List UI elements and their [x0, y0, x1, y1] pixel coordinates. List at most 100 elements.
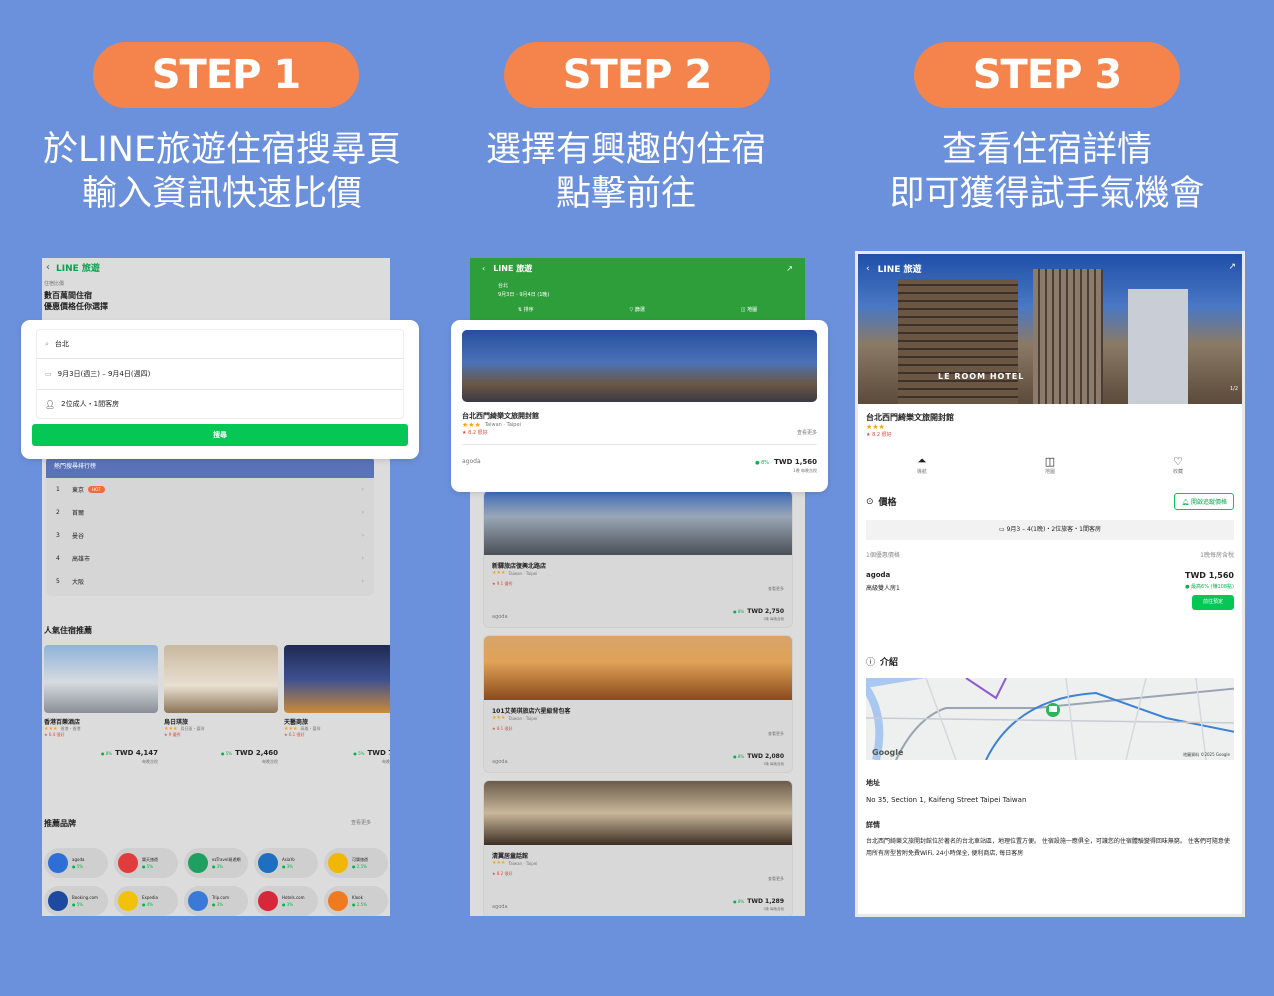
s1-brand-chip[interactable]: 可樂旅遊 ● 2.5%: [324, 848, 388, 878]
share-icon[interactable]: ↗: [786, 264, 793, 273]
back-arrow-icon[interactable]: ‹: [866, 264, 870, 274]
s3-stay-info[interactable]: ▭ 9月3 – 4(1晚)・2位旅客・1間客房: [866, 520, 1234, 540]
s2-hotel-more[interactable]: 查看更多: [768, 586, 784, 592]
s1-ranking-name: 首爾: [72, 510, 85, 517]
s3-favorite-button[interactable]: ♡ 收藏: [1173, 455, 1183, 475]
s1-brand-chip[interactable]: 樂天旅遊 ● 5%: [114, 848, 178, 878]
star-rating-icon: ★★★: [492, 860, 506, 866]
s2-hotel-card[interactable]: 101艾美琪旅店六星級背包客 ★★★ Taiwan · Taipei ★ 8.1 很好…: [483, 635, 793, 773]
s2-hotel-more[interactable]: 查看更多: [768, 876, 784, 882]
s1-ranking-name: 曼谷: [72, 533, 85, 540]
s1-hotel-list: 香港百樂酒店 ★★★ 香港・香港 ★ 6.4 很好 ● 8% TWD 4,147 每晚含稅烏…: [44, 645, 390, 775]
s1-brand-pct-text: 3%: [216, 902, 224, 907]
back-arrow-icon[interactable]: ‹: [482, 264, 485, 273]
s2-featured-more[interactable]: 查看更多: [797, 429, 817, 436]
s1-see-more[interactable]: 查看更多: [351, 819, 371, 826]
step-3-caption: 查看住宿詳情 即可獲得試手氣機會: [837, 128, 1257, 216]
s1-brands-row-2: Booking.com ● 5% Expedia ● 4% Trip.com ● 3% Ho…: [44, 886, 390, 916]
s1-brand-chip[interactable]: AsiaYo ● 3%: [254, 848, 318, 878]
star-rating-icon: ★★★: [492, 570, 506, 576]
s3-favorite-label: 收藏: [1173, 468, 1184, 475]
s1-brand-pct-text: 5%: [146, 864, 154, 869]
s1-brand-pct-text: 5%: [76, 902, 84, 907]
s1-hotel-rating: ★ 9 優秀: [164, 732, 181, 737]
s1-hotel-card[interactable]: 天藝商旅★★★高雄・臺灣★ 6.1 很好● 5%TWD 73每晚含稅: [284, 645, 390, 765]
s1-ranking-number: 2: [56, 509, 60, 516]
s2-hotel-pct: ● 8%: [733, 754, 745, 759]
step-1-caption: 於LINE旅遊住宿搜尋頁 輸入資訊快速比價: [12, 128, 432, 216]
s1-brand-chip[interactable]: Hotels.com ● 3%: [254, 886, 318, 916]
s2-hotel-rating-text: 8.2 很好: [496, 871, 513, 876]
s1-hotel-rating: ★ 6.4 很好: [44, 732, 65, 737]
s3-price-title: 價格: [878, 498, 897, 508]
s1-brand-chip[interactable]: ezTravel易遊網 ● 3%: [184, 848, 248, 878]
step-2-caption-line2: 點擊前往: [555, 174, 696, 214]
s1-brand-chip[interactable]: agoda ● 5%: [44, 848, 108, 878]
s1-hotel-card[interactable]: 香港百樂酒店 ★★★ 香港・香港 ★ 6.4 很好 ● 8% TWD 4,147 每晚含稅: [44, 645, 158, 765]
s2-filter-button[interactable]: ▽ 篩選: [629, 306, 644, 313]
s3-photo-count: 1/2: [1229, 386, 1238, 392]
s1-ranking-item[interactable]: 1 東京 HOT ›: [46, 478, 374, 501]
s3-cashback: ● 最高6% (賺108點): [1185, 584, 1234, 590]
step-2-caption-line1: 選擇有興趣的住宿: [485, 130, 766, 170]
s1-ranking-item[interactable]: 4 高雄市 ›: [46, 547, 374, 570]
s1-hotel-pct: ● 8%: [100, 751, 113, 756]
s1-guest-field[interactable]: 👤︎ 2位成人・1間客房: [37, 390, 403, 418]
s3-track-price-button[interactable]: 🔔︎ 開啟追蹤價格: [1174, 493, 1234, 510]
s1-hotel-photo: [164, 645, 278, 713]
s2-hotel-more[interactable]: 查看更多: [768, 731, 784, 737]
s1-brand-name: Expedia: [142, 895, 158, 900]
brand-logo-icon: [48, 891, 68, 911]
s2-map-button[interactable]: ◫ 地圖: [741, 306, 757, 313]
s2-hotel-rating-text: 9.1 優秀: [496, 581, 513, 586]
s1-brand-chip[interactable]: Trip.com ● 3%: [184, 886, 248, 916]
s1-hotel-photo: [44, 645, 158, 713]
s1-brand-pct: ● 2.5%: [352, 902, 367, 907]
s3-map-button[interactable]: ◫ 地圖: [1045, 455, 1055, 475]
step-1-caption-line2: 輸入資訊快速比價: [81, 174, 362, 214]
s1-date-field[interactable]: ▭ 9月3日(週三) – 9月4日(週四): [37, 359, 403, 389]
s3-map-copyright: 地圖資料 ©2025 Google: [1183, 752, 1230, 757]
s1-brand-name: Trip.com: [212, 895, 229, 900]
share-icon[interactable]: ↗: [1228, 262, 1236, 272]
s3-intro-title: 介紹: [880, 658, 899, 668]
s2-hotel-rating: ★ 8.2 很好: [492, 871, 513, 876]
s3-cashback-text: 最高6% (賺108點): [1191, 584, 1234, 590]
s2-hotel-card[interactable]: 清翼居童話館 ★★★ Taiwan · Taipei ★ 8.2 很好 查看更多 agod…: [483, 780, 793, 916]
s1-brand-chip[interactable]: Klook ● 2.5%: [324, 886, 388, 916]
s1-hotel-note: 每晚含稅: [382, 759, 390, 764]
s1-hotel-name: 香港百樂酒店: [44, 719, 81, 726]
s1-hotel-name: 烏日琪旅: [164, 719, 189, 726]
s2-hotel-rating-text: 8.1 很好: [496, 726, 513, 731]
s1-ranking-item[interactable]: 2 首爾 ›: [46, 501, 374, 524]
s2-featured-card[interactable]: 台北西門綺樂文旅開封館 ★★★ Taiwan · Taipei ★ 8.2 很好 查…: [454, 323, 825, 489]
screen-3: LE ROOM HOTEL ‹ LINE 旅遊 ↗ 1/2 台北西門綺樂文旅開封…: [855, 251, 1245, 917]
s1-destination-field[interactable]: ⌕ 台北: [37, 330, 403, 358]
s1-hotel-pct-text: 5%: [225, 751, 233, 756]
s2-featured-price: TWD 1,560: [774, 458, 817, 466]
s3-map[interactable]: Google 地圖資料 ©2025 Google: [866, 678, 1234, 760]
s1-hotel-rating-text: 9 優秀: [168, 732, 181, 737]
s1-ranking-card: 熱門搜尋排行榜 1 東京 HOT › 2 首爾 › 3 曼谷 › 4 高雄市 › 5 大阪 ›: [46, 456, 374, 596]
s3-book-button[interactable]: 前往預定: [1192, 595, 1234, 610]
s1-intro: 住宿比價 數百萬間住宿 優惠價格任你選擇: [42, 276, 390, 316]
s2-search-summary[interactable]: 台北 9月3日 - 9月4日 (1晚): [498, 282, 549, 300]
s1-ranking-item[interactable]: 5 大阪 ›: [46, 570, 374, 593]
navigate-icon: ⏶: [917, 454, 927, 467]
s1-ranking-item[interactable]: 3 曼谷 ›: [46, 524, 374, 547]
s1-hotel-card[interactable]: 烏日琪旅 ★★★ 烏日區・臺灣 ★ 9 優秀 ● 5% TWD 2,460 每晚含稅: [164, 645, 278, 765]
s1-brand-chip[interactable]: Expedia ● 4%: [114, 886, 178, 916]
s2-hotel-pct: ● 8%: [733, 899, 745, 904]
s3-navigate-button[interactable]: ⏶ 導航: [917, 454, 927, 475]
s1-ranking-name: 大阪: [72, 579, 85, 586]
s1-brand-name: Hotels.com: [282, 895, 305, 900]
s1-brand-pct: ● 5%: [142, 864, 154, 869]
s1-brand-chip[interactable]: Booking.com ● 5%: [44, 886, 108, 916]
s2-hotel-card[interactable]: 新驛旅店復興北路店 ★★★ Taiwan · Taipei ★ 9.1 優秀 查看更多 a…: [483, 490, 793, 628]
step-2-caption: 選擇有興趣的住宿 點擊前往: [416, 128, 836, 216]
back-arrow-icon[interactable]: ‹: [46, 262, 50, 273]
s2-hotel-note: 1晚 每晚含稅: [763, 762, 784, 766]
s1-brand-name: agoda: [72, 857, 85, 862]
s1-search-button[interactable]: 搜尋: [32, 424, 408, 446]
s2-sort-button[interactable]: ⇅ 排序: [518, 306, 534, 313]
